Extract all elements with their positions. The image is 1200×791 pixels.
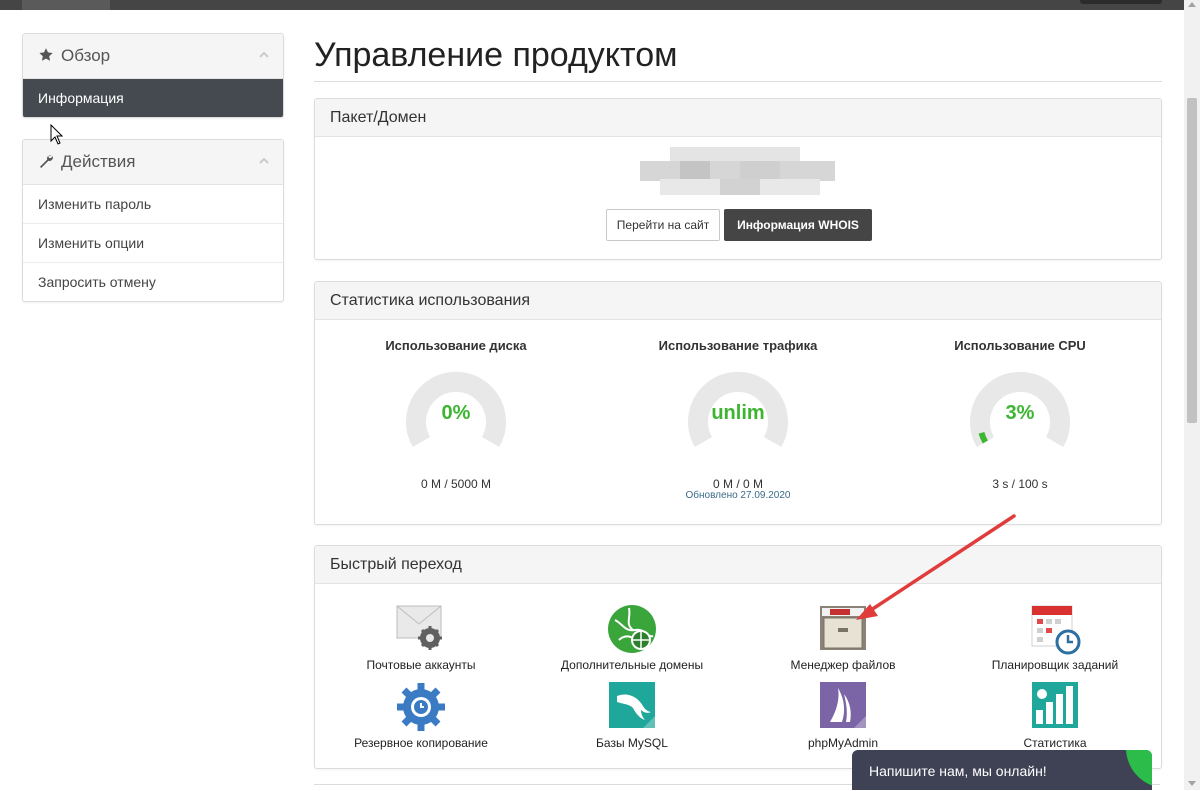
cpu-usage-detail: 3 s / 100 s <box>992 477 1048 491</box>
statistics-bars-icon <box>1028 680 1082 734</box>
quick-link-backup[interactable]: Резервное копирование <box>321 680 521 750</box>
quick-link-label: Дополнительные домены <box>560 658 704 672</box>
calendar-clock-icon <box>1028 602 1082 656</box>
scrollbar-thumb[interactable] <box>1187 98 1197 423</box>
quick-link-statistics[interactable]: Статистика <box>955 680 1155 750</box>
quick-link-label: Почтовые аккаунты <box>366 658 476 672</box>
quick-links-header: Быстрый переход <box>315 546 1161 584</box>
phpmyadmin-sail-icon <box>816 680 870 734</box>
scroll-up-icon[interactable] <box>1188 2 1196 7</box>
page-title: Управление продуктом <box>314 36 678 74</box>
cpu-usage-stat: Использование CPU 3% 3 s / 100 s <box>890 338 1150 491</box>
cpu-usage-title: Использование CPU <box>954 338 1086 353</box>
usage-stats-card: Статистика использования Использование д… <box>314 281 1162 525</box>
sidebar-actions-panel: Действия Изменить пароль Изменить опции … <box>22 139 284 302</box>
top-nav-tab[interactable] <box>22 0 110 10</box>
chevron-up-icon[interactable] <box>259 50 269 60</box>
disk-usage-title: Использование диска <box>385 338 527 353</box>
star-icon <box>39 48 53 61</box>
traffic-usage-detail: 0 M / 0 M <box>712 477 763 491</box>
cpu-usage-gauge: 3% <box>965 367 1075 477</box>
scroll-down-icon[interactable] <box>1188 781 1196 786</box>
quick-link-phpmyadmin[interactable]: phpMyAdmin <box>743 680 943 750</box>
quick-link-mysql[interactable]: Базы MySQL <box>532 680 732 750</box>
wrench-icon <box>40 155 53 168</box>
whois-info-button[interactable]: Информация WHOIS <box>724 209 872 241</box>
sidebar-item-request-cancel[interactable]: Запросить отмену <box>23 262 283 301</box>
usage-stats-body: Использование диска 0% 0 M / 5000 M Испо… <box>315 320 1161 524</box>
visit-site-button[interactable]: Перейти на сайт <box>606 209 720 241</box>
quick-link-cron-jobs[interactable]: Планировщик заданий <box>955 602 1155 672</box>
top-nav-bar <box>0 0 1184 10</box>
sidebar-item-change-options[interactable]: Изменить опции <box>23 223 283 262</box>
file-cabinet-icon <box>816 602 870 656</box>
quick-links-card: Быстрый переход Почтовые аккаунты Дополн… <box>314 545 1162 769</box>
quick-link-label: Планировщик заданий <box>991 658 1119 672</box>
mysql-dolphin-icon <box>605 680 659 734</box>
backup-gear-icon <box>394 680 448 734</box>
traffic-usage-value: unlim <box>711 402 765 424</box>
sidebar-actions-title: Действия <box>61 152 136 171</box>
globe-icon <box>605 602 659 656</box>
quick-link-label: phpMyAdmin <box>807 736 879 750</box>
chat-online-indicator <box>1126 750 1152 788</box>
traffic-usage-stat: Использование трафика unlim 0 M / 0 M <box>608 338 868 491</box>
sidebar-overview-title: Обзор <box>61 46 111 65</box>
traffic-usage-title: Использование трафика <box>658 338 818 353</box>
traffic-usage-gauge: unlim <box>683 367 793 477</box>
usage-stats-header: Статистика использования <box>315 282 1161 320</box>
cpu-usage-value: 3% <box>1005 402 1035 424</box>
quick-link-addon-domains[interactable]: Дополнительные домены <box>532 602 732 672</box>
quick-link-file-manager[interactable]: Менеджер файлов <box>743 602 943 672</box>
sidebar-item-info[interactable]: Информация <box>23 79 283 117</box>
title-divider <box>314 81 1162 82</box>
live-chat-widget[interactable]: Напишите нам, мы онлайн! <box>852 750 1152 790</box>
quick-link-label: Статистика <box>1023 736 1087 750</box>
quick-link-label: Резервное копирование <box>354 736 488 750</box>
sidebar-overview-header[interactable]: Обзор <box>23 34 283 79</box>
mail-accounts-icon <box>394 602 448 656</box>
top-nav-account-tab[interactable] <box>1080 0 1162 4</box>
redacted-domain <box>640 147 835 195</box>
disk-usage-gauge: 0% <box>401 367 511 477</box>
page-scrollbar[interactable] <box>1184 0 1200 790</box>
disk-usage-detail: 0 M / 5000 M <box>420 477 492 491</box>
quick-link-label: Менеджер файлов <box>790 658 896 672</box>
disk-usage-stat: Использование диска 0% 0 M / 5000 M <box>326 338 586 491</box>
package-card: Пакет/Домен Перейти на сайт Информация W… <box>314 98 1162 260</box>
sidebar-overview-panel: Обзор Информация <box>22 33 284 118</box>
disk-usage-value: 0% <box>441 402 471 424</box>
live-chat-label: Напишите нам, мы онлайн! <box>869 763 1047 779</box>
quick-link-label: Базы MySQL <box>596 736 668 750</box>
chevron-up-icon[interactable] <box>259 156 269 166</box>
stats-updated-date: Обновлено 27.09.2020 <box>685 490 791 501</box>
mouse-cursor-icon <box>50 124 64 145</box>
sidebar-actions-header[interactable]: Действия <box>23 140 283 185</box>
package-card-header: Пакет/Домен <box>315 99 1161 137</box>
quick-link-mail-accounts[interactable]: Почтовые аккаунты <box>321 602 521 672</box>
sidebar-item-change-password[interactable]: Изменить пароль <box>23 185 283 223</box>
